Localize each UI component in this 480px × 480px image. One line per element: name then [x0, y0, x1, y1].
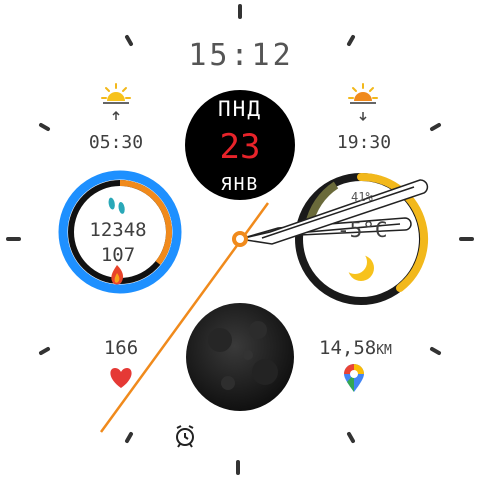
distance-unit: KM [376, 343, 392, 358]
moon-icon [343, 250, 374, 281]
sunset-time: 19:30 [336, 132, 392, 153]
calories-count: 107 [100, 244, 136, 266]
digital-time: 15:12 [188, 38, 294, 73]
sunset-icon [348, 83, 378, 122]
heart-icon [110, 368, 132, 388]
sunrise-time: 05:30 [88, 132, 144, 153]
alarm-clock-icon [176, 425, 194, 448]
weather-humidity: 41% [351, 190, 373, 204]
flame-icon [111, 265, 124, 285]
maps-pin-icon [344, 364, 364, 392]
distance-readout: 14,58KM [319, 337, 392, 359]
date-day: 23 [219, 127, 261, 167]
date-weekday: ПНД [218, 97, 262, 121]
weather-temperature: -5°C [337, 218, 388, 242]
footprints-icon [108, 197, 125, 214]
heart-rate-value: 166 [103, 337, 139, 359]
steps-count: 12348 [89, 219, 147, 241]
date-month: ЯНВ [220, 174, 260, 195]
hands-center-cap [232, 231, 248, 247]
distance-value: 14,58 [319, 337, 377, 359]
moon-phase-icon [186, 303, 294, 411]
sunrise-icon [101, 83, 131, 120]
